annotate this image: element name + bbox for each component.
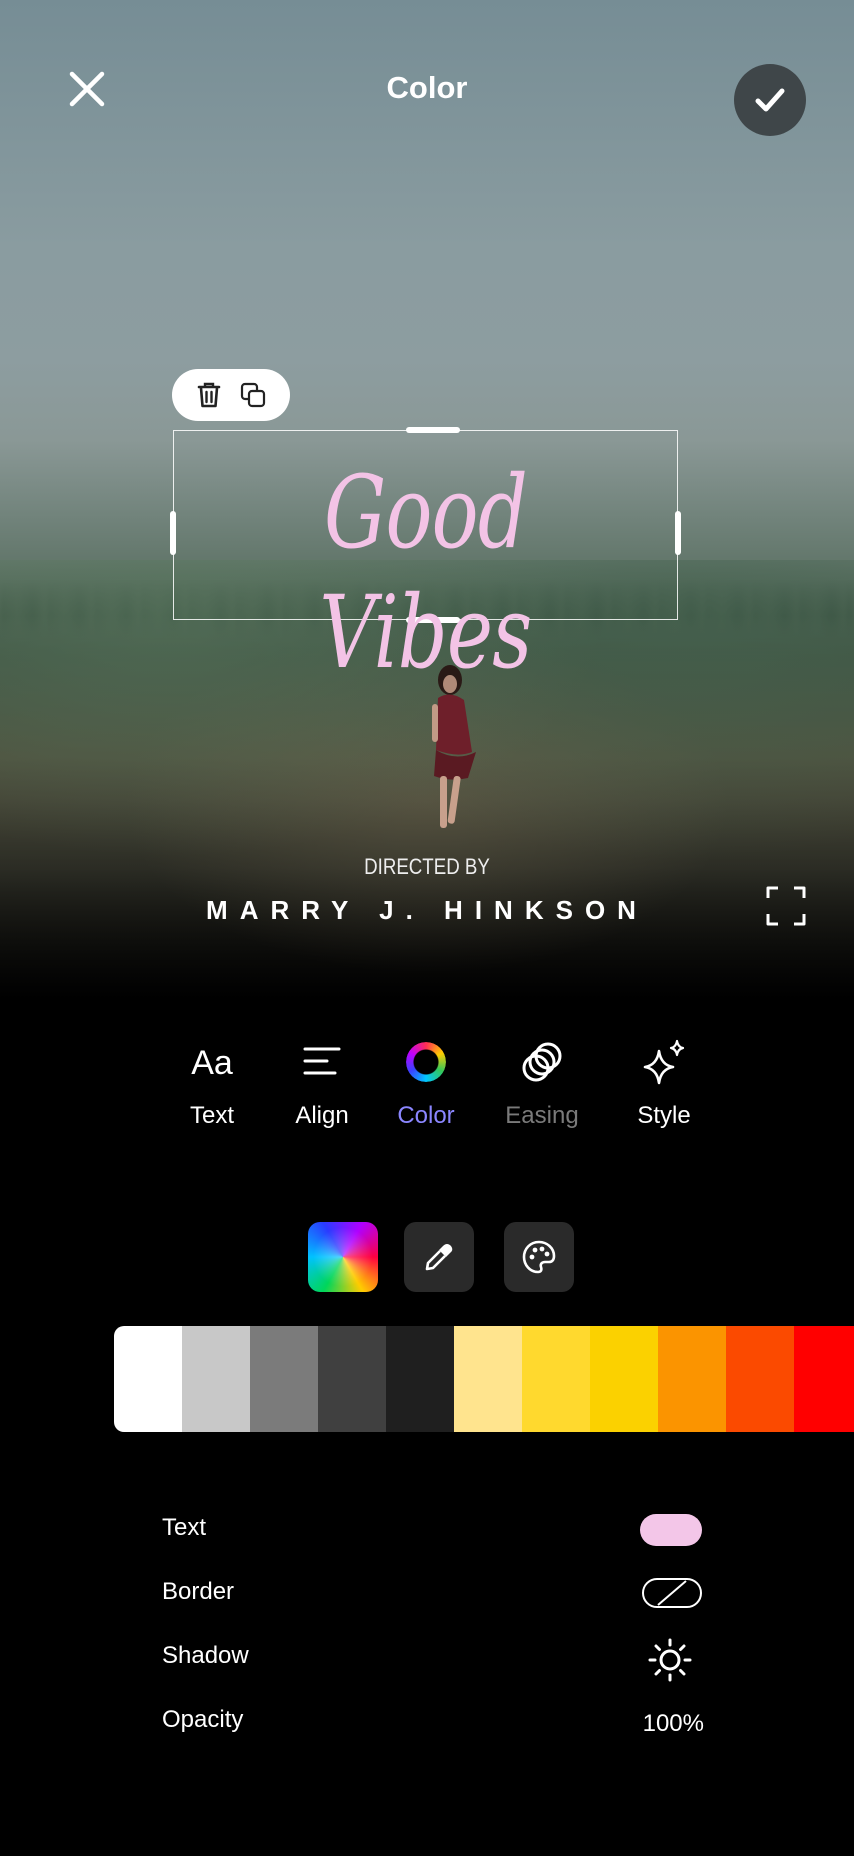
shadow-label: Shadow — [162, 1642, 249, 1669]
sun-icon[interactable] — [646, 1636, 694, 1684]
svg-text:Aa: Aa — [191, 1044, 233, 1082]
overlay-text[interactable]: Good Vibes — [229, 453, 621, 693]
color-swatch[interactable] — [726, 1326, 794, 1432]
color-tools — [0, 1222, 854, 1292]
duplicate-icon — [240, 382, 266, 408]
fullscreen-button[interactable] — [766, 886, 806, 926]
color-swatch[interactable] — [590, 1326, 658, 1432]
tab-label: Text — [189, 1102, 234, 1129]
confirm-button[interactable] — [734, 64, 806, 136]
palette-icon — [522, 1240, 556, 1274]
duplicate-text-button[interactable] — [238, 380, 268, 410]
resize-handle-right[interactable] — [675, 511, 681, 555]
color-swatch[interactable] — [794, 1326, 854, 1432]
eyedropper-button[interactable] — [404, 1222, 474, 1292]
color-swatch[interactable] — [386, 1326, 454, 1432]
eyedropper-icon — [425, 1244, 453, 1271]
align-left-icon — [303, 1047, 341, 1075]
color-swatch[interactable] — [658, 1326, 726, 1432]
color-swatch[interactable] — [250, 1326, 318, 1432]
text-color-label: Text — [162, 1514, 207, 1541]
editor-tabs: Aa Text Align Color Easing Style — [0, 1038, 854, 1138]
border-color-label: Border — [162, 1578, 235, 1605]
tab-color[interactable]: Color — [376, 1038, 476, 1130]
border-none-swatch[interactable] — [642, 1578, 702, 1608]
tab-align[interactable]: Align — [272, 1038, 372, 1130]
aa-text-icon: Aa — [191, 1044, 233, 1082]
credit-name: MARRY J. HINKSON — [206, 895, 648, 925]
color-swatch[interactable] — [318, 1326, 386, 1432]
shadow-row[interactable]: Shadow — [162, 1638, 722, 1702]
color-swatch[interactable] — [114, 1326, 182, 1432]
sparkle-icon — [643, 1039, 685, 1085]
border-color-row[interactable]: Border — [162, 1574, 722, 1638]
resize-handle-top[interactable] — [406, 427, 460, 433]
text-actions-pill — [172, 369, 290, 421]
spectrum-picker-button[interactable] — [308, 1222, 378, 1292]
trash-icon — [197, 382, 221, 408]
color-swatch[interactable] — [182, 1326, 250, 1432]
tab-text[interactable]: Aa Text — [162, 1038, 262, 1130]
tab-easing[interactable]: Easing — [492, 1038, 592, 1130]
color-swatch[interactable] — [522, 1326, 590, 1432]
text-selection-box[interactable]: Good Vibes — [170, 427, 681, 691]
color-wheel-icon — [406, 1042, 446, 1082]
text-color-row[interactable]: Text — [162, 1510, 722, 1574]
tab-style[interactable]: Style — [614, 1038, 714, 1130]
opacity-label: Opacity — [162, 1706, 244, 1733]
fullscreen-icon — [766, 886, 806, 926]
easing-icon — [522, 1042, 562, 1082]
palette-button[interactable] — [504, 1222, 574, 1292]
color-properties: Text Border Shadow Opacity 100% — [162, 1510, 722, 1766]
check-icon — [755, 88, 785, 112]
close-button[interactable] — [62, 64, 112, 114]
credit-label: DIRECTED BY — [364, 854, 490, 879]
tab-label: Style — [637, 1102, 691, 1129]
delete-text-button[interactable] — [194, 380, 224, 410]
tab-label: Easing — [505, 1102, 579, 1129]
tab-label: Color — [397, 1102, 455, 1129]
opacity-row[interactable]: Opacity 100% — [162, 1702, 722, 1766]
page-title: Color — [386, 70, 468, 105]
close-icon — [69, 71, 105, 107]
color-swatch[interactable] — [454, 1326, 522, 1432]
tab-label: Align — [295, 1102, 349, 1129]
text-color-swatch[interactable] — [640, 1514, 702, 1546]
color-swatch-row[interactable] — [114, 1326, 854, 1432]
opacity-value[interactable]: 100% — [643, 1710, 704, 1738]
resize-handle-left[interactable] — [170, 511, 176, 555]
none-slash-icon — [657, 1580, 687, 1606]
